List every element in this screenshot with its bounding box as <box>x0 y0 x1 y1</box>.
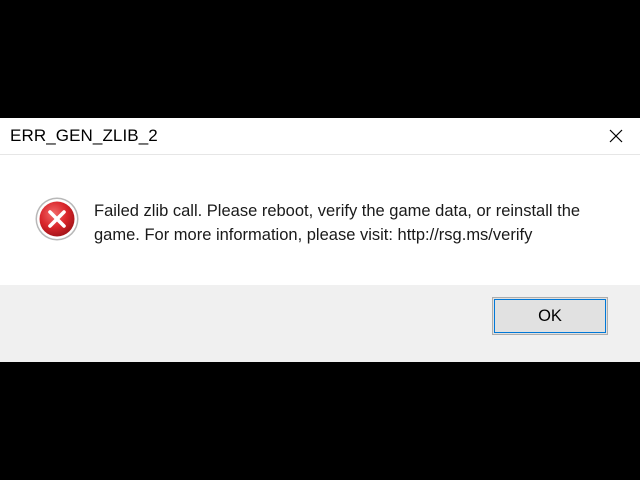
dialog-content: Failed zlib call. Please reboot, verify … <box>0 155 640 285</box>
letterbox-bottom <box>0 362 640 480</box>
error-message: Failed zlib call. Please reboot, verify … <box>94 199 614 247</box>
error-message-line-2: game. For more information, please visit… <box>94 226 533 244</box>
error-dialog: ERR_GEN_ZLIB_2 Failed zlib call. Please … <box>0 118 640 362</box>
error-icon <box>35 197 79 241</box>
title-bar: ERR_GEN_ZLIB_2 <box>0 118 640 155</box>
dialog-footer: OK <box>0 285 640 362</box>
dialog-title: ERR_GEN_ZLIB_2 <box>10 126 158 145</box>
ok-button[interactable]: OK <box>492 297 608 335</box>
close-icon <box>609 129 623 143</box>
close-button[interactable] <box>600 121 632 151</box>
letterbox-top <box>0 0 640 118</box>
error-message-line-1: Failed zlib call. Please reboot, verify … <box>94 202 581 220</box>
